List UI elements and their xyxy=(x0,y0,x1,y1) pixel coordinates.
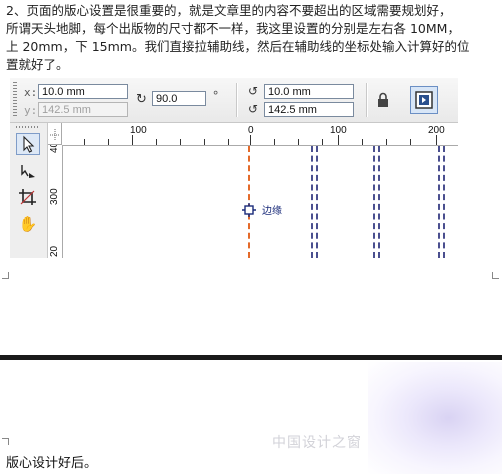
ruler-origin[interactable] xyxy=(48,123,62,145)
separator xyxy=(236,83,238,117)
page-corner-mark xyxy=(2,438,9,445)
caption: 版心设计好后。 xyxy=(6,456,98,471)
page-corner-mark xyxy=(492,272,499,279)
guideline[interactable] xyxy=(316,146,318,258)
degree-unit: ° xyxy=(212,89,220,103)
guideline[interactable] xyxy=(378,146,380,258)
x-position-field[interactable]: 10.0 mm xyxy=(38,84,128,99)
x-label: x: xyxy=(24,86,38,99)
guideline[interactable] xyxy=(373,146,375,258)
separator xyxy=(366,83,368,117)
guideline[interactable] xyxy=(443,146,445,258)
guide-handle-icon[interactable] xyxy=(242,202,256,217)
angle-field[interactable]: 90.0 xyxy=(152,91,206,106)
vertical-ruler[interactable]: 400 300 20 xyxy=(48,136,63,258)
drawing-canvas[interactable] xyxy=(63,146,458,258)
shape-tool-icon[interactable] xyxy=(16,161,40,183)
rotation-center-x-field[interactable]: 10.0 mm xyxy=(264,84,354,99)
lock-icon xyxy=(378,92,388,107)
rotation-center-y-field[interactable]: 142.5 mm xyxy=(264,102,354,117)
paragraph-line: 2、页面的版心设置是很重要的，就是文章里的内容不要超出的区域需要规划好， xyxy=(6,3,452,18)
coreldraw-screenshot: x: 10.0 mm y: 142.5 mm ↻ 90.0 ° ↺ 10.0 m… xyxy=(10,78,458,258)
ruler-label: 20 xyxy=(49,245,60,257)
y-label: y: xyxy=(24,104,38,117)
rotate-icon: ↻ xyxy=(136,92,147,107)
page-frame-icon xyxy=(415,91,433,109)
article-paragraph: 2、页面的版心设置是很重要的，就是文章里的内容不要超出的区域需要规划好， 所谓天… xyxy=(6,2,496,74)
hand-icon[interactable]: ✋ xyxy=(16,213,40,235)
rotation-center-y-icon: ↺ xyxy=(248,102,259,116)
page-break-rule xyxy=(0,355,502,360)
toolbar-grip[interactable] xyxy=(13,82,17,118)
toolbox-grip[interactable] xyxy=(16,126,40,128)
property-bar: x: 10.0 mm y: 142.5 mm ↻ 90.0 ° ↺ 10.0 m… xyxy=(10,78,458,123)
guideline[interactable] xyxy=(311,146,313,258)
watermark: 中国设计之窗 xyxy=(272,435,362,451)
rotation-center-x-icon: ↺ xyxy=(248,84,259,98)
ruler-label: 300 xyxy=(49,188,60,205)
guide-manager-button[interactable] xyxy=(410,86,438,114)
watermark-glow xyxy=(368,362,502,474)
paragraph-line: 所谓天头地脚，每个出版物的尺寸都不一样，我这里设置的分别是左右各 10MM， xyxy=(6,21,460,36)
paragraph-line: 上 20mm，下 15mm。我们直接拉辅助线，然后在辅助线的坐标处输入计算好的位 xyxy=(6,39,470,54)
y-position-field[interactable]: 142.5 mm xyxy=(38,102,128,117)
horizontal-ruler[interactable]: 100 0 100 200 xyxy=(48,123,458,146)
toolbox: ✋ xyxy=(10,123,48,258)
pick-tool-icon[interactable] xyxy=(16,133,40,155)
paragraph-line: 置就好了。 xyxy=(6,57,69,72)
guideline[interactable] xyxy=(438,146,440,258)
lock-guide-button[interactable] xyxy=(374,91,392,109)
page-corner-mark xyxy=(2,272,9,279)
guide-label: 边缘 xyxy=(262,206,282,217)
crop-tool-icon[interactable] xyxy=(16,187,40,209)
